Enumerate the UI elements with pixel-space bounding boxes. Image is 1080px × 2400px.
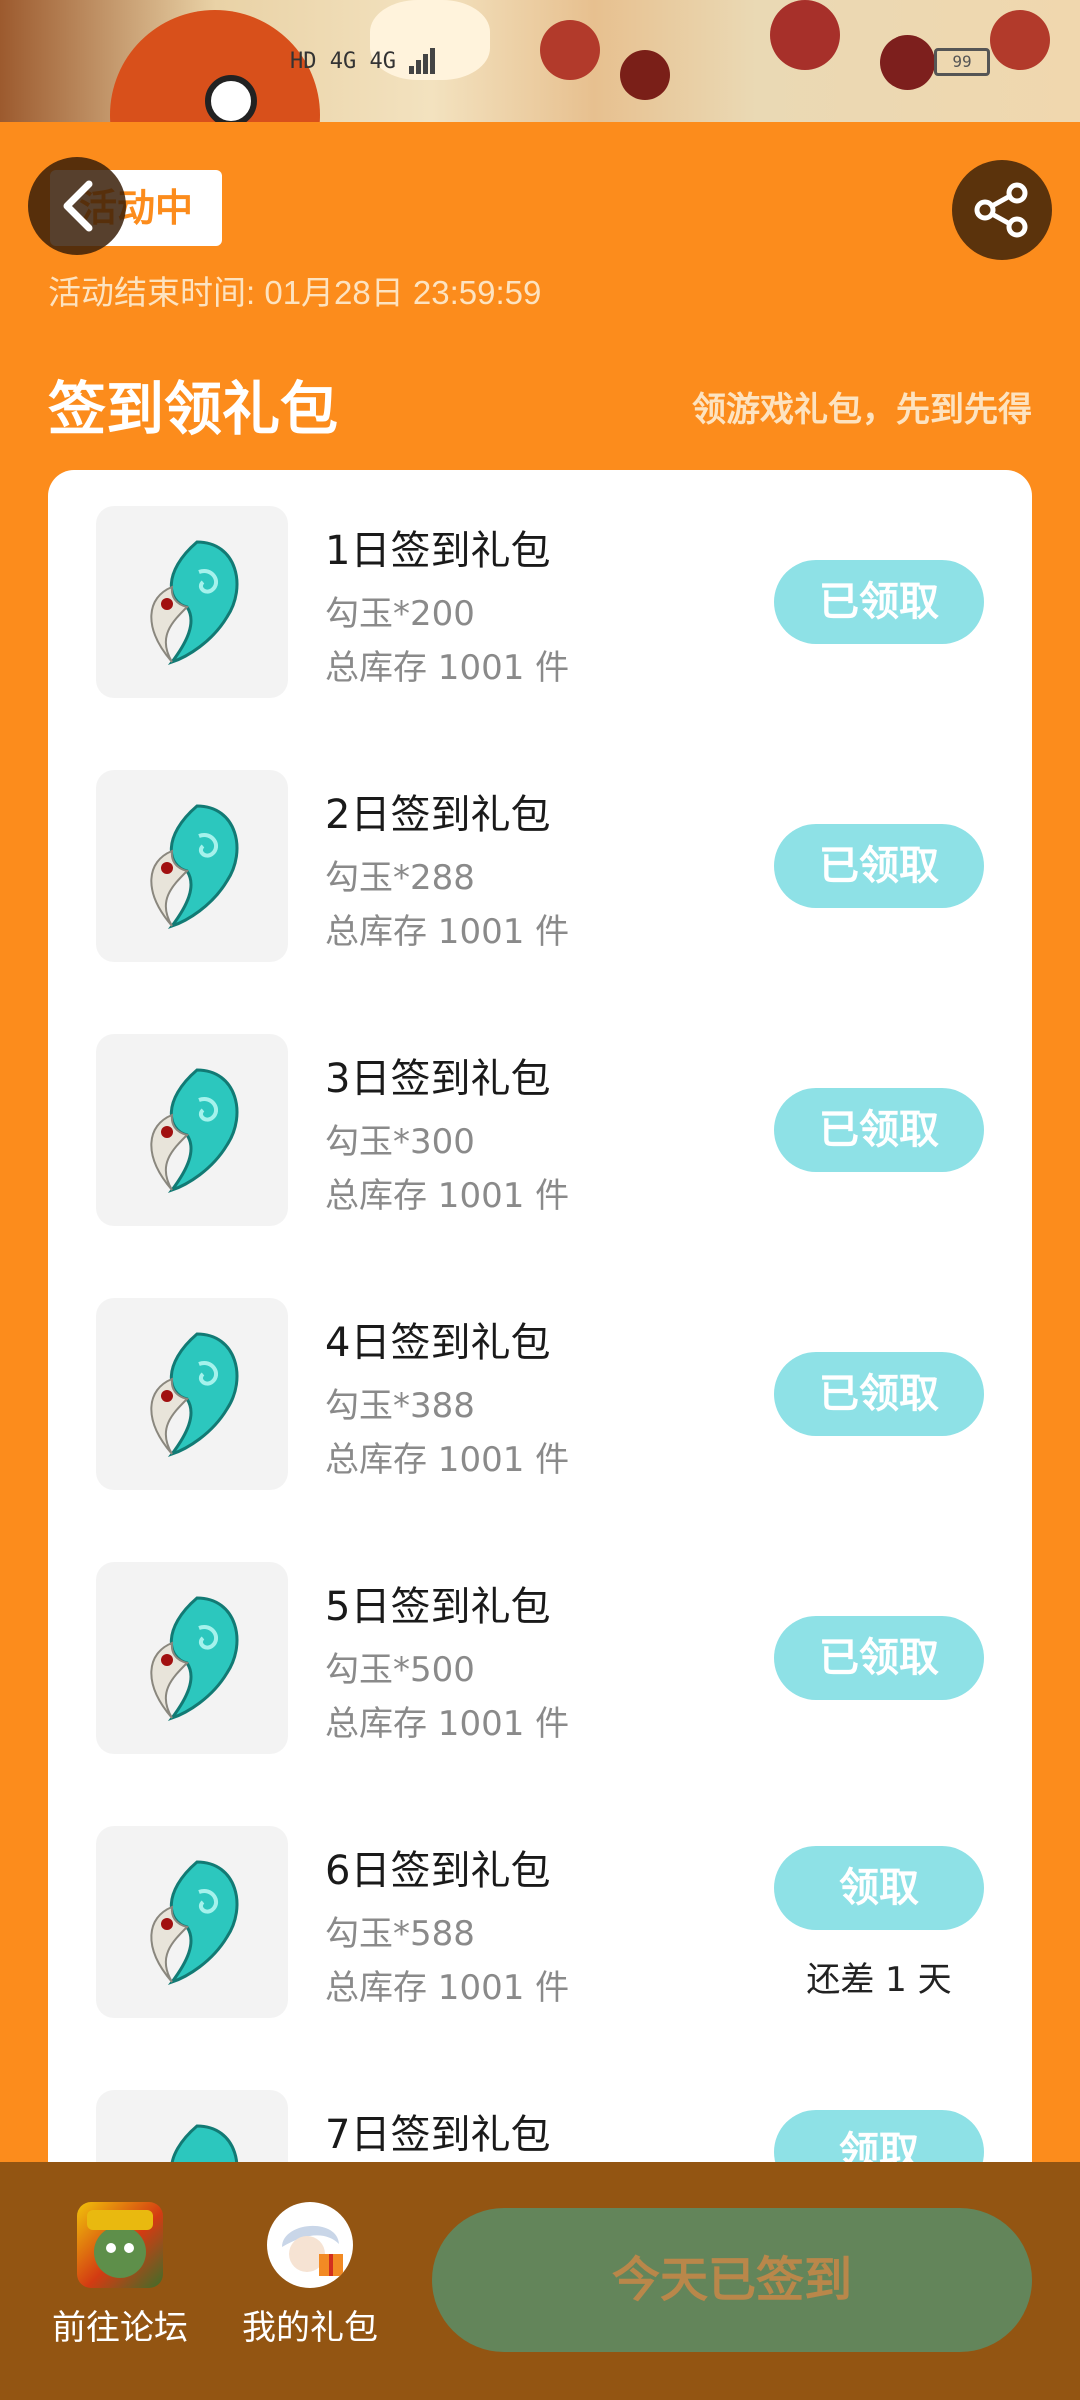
gift-stock: 总库存 1001 件 bbox=[325, 1440, 570, 1480]
signed-in-button[interactable]: 今天已签到 bbox=[432, 2208, 1032, 2352]
gift-stock: 总库存 1001 件 bbox=[325, 1176, 570, 1216]
share-icon bbox=[974, 182, 1028, 238]
forum-link[interactable]: 前往论坛 bbox=[35, 2202, 205, 2349]
claimed-button[interactable]: 已领取 bbox=[774, 1616, 984, 1700]
gift-reward: 勾玉*300 bbox=[325, 1122, 475, 1162]
gift-reward: 勾玉*288 bbox=[325, 858, 475, 898]
gift-thumbnail bbox=[96, 2090, 288, 2170]
gift-thumbnail bbox=[96, 770, 288, 962]
gift-stock: 总库存 1001 件 bbox=[325, 648, 570, 688]
gift-avatar bbox=[267, 2202, 353, 2288]
gift-item: 1日签到礼包 勾玉*200 总库存 1001 件 已领取 bbox=[48, 470, 1032, 734]
bottom-bar: 前往论坛 我的礼包 今天已签到 bbox=[0, 2162, 1080, 2400]
top-banner: HD 4G 4G 99 bbox=[0, 0, 1080, 122]
gift-thumbnail bbox=[96, 1562, 288, 1754]
claimed-button[interactable]: 已领取 bbox=[774, 824, 984, 908]
status-signal: HD 4G 4G bbox=[290, 48, 443, 74]
status-battery: 99 bbox=[934, 48, 990, 76]
jade-icon bbox=[150, 1860, 239, 1985]
jade-icon bbox=[150, 540, 239, 665]
gift-title: 7日签到礼包 bbox=[325, 2112, 551, 2158]
section-subtitle: 领游戏礼包，先到先得 bbox=[692, 390, 1032, 430]
gift-title: 6日签到礼包 bbox=[325, 1848, 551, 1894]
claim-button[interactable]: 领取 bbox=[774, 1846, 984, 1930]
gift-item: 4日签到礼包 勾玉*388 总库存 1001 件 已领取 bbox=[48, 1262, 1032, 1526]
gift-thumbnail bbox=[96, 506, 288, 698]
gift-title: 4日签到礼包 bbox=[325, 1320, 551, 1366]
gift-title: 1日签到礼包 bbox=[325, 528, 551, 574]
gift-stock: 总库存 1001 件 bbox=[325, 1968, 570, 2008]
claimed-button[interactable]: 已领取 bbox=[774, 1088, 984, 1172]
gift-list: 1日签到礼包 勾玉*200 总库存 1001 件 已领取 2日签到礼包 勾玉*2… bbox=[48, 470, 1032, 2170]
gift-title: 2日签到礼包 bbox=[325, 792, 551, 838]
gift-reward: 勾玉*388 bbox=[325, 1386, 475, 1426]
claim-button[interactable]: 领取 bbox=[774, 2110, 984, 2170]
activity-end-time: 活动结束时间: 01月28日 23:59:59 bbox=[48, 274, 542, 311]
gift-item: 7日签到礼包 领取 bbox=[48, 2054, 1032, 2170]
gift-thumbnail bbox=[96, 1826, 288, 2018]
my-gifts-link[interactable]: 我的礼包 bbox=[225, 2202, 395, 2349]
gift-item: 5日签到礼包 勾玉*500 总库存 1001 件 已领取 bbox=[48, 1526, 1032, 1790]
jade-icon bbox=[150, 1596, 239, 1721]
gift-title: 3日签到礼包 bbox=[325, 1056, 551, 1102]
days-remaining: 还差 1 天 bbox=[806, 1960, 952, 2000]
gift-reward: 勾玉*200 bbox=[325, 594, 475, 634]
battery-icon: 99 bbox=[934, 48, 990, 76]
forum-avatar bbox=[77, 2202, 163, 2288]
gift-thumbnail bbox=[96, 1034, 288, 1226]
gift-item: 6日签到礼包 勾玉*588 总库存 1001 件 领取 还差 1 天 bbox=[48, 1790, 1032, 2054]
section-title: 签到领礼包 bbox=[48, 375, 339, 443]
gift-stock: 总库存 1001 件 bbox=[325, 1704, 570, 1744]
gift-reward: 勾玉*588 bbox=[325, 1914, 475, 1954]
gift-item: 2日签到礼包 勾玉*288 总库存 1001 件 已领取 bbox=[48, 734, 1032, 998]
forum-label: 前往论坛 bbox=[52, 2308, 188, 2348]
jade-icon bbox=[150, 804, 239, 929]
status-signal-text: HD 4G 4G bbox=[290, 49, 396, 74]
gift-reward: 勾玉*500 bbox=[325, 1650, 475, 1690]
jade-icon bbox=[150, 1332, 239, 1457]
signal-icon bbox=[409, 48, 437, 74]
gift-item: 3日签到礼包 勾玉*300 总库存 1001 件 已领取 bbox=[48, 998, 1032, 1262]
jade-icon bbox=[150, 1068, 239, 1193]
gift-stock: 总库存 1001 件 bbox=[325, 912, 570, 952]
back-button[interactable] bbox=[28, 157, 126, 255]
gift-thumbnail bbox=[96, 1298, 288, 1490]
claimed-button[interactable]: 已领取 bbox=[774, 1352, 984, 1436]
claimed-button[interactable]: 已领取 bbox=[774, 560, 984, 644]
share-button[interactable] bbox=[952, 160, 1052, 260]
gift-title: 5日签到礼包 bbox=[325, 1584, 551, 1630]
my-gifts-label: 我的礼包 bbox=[242, 2308, 378, 2348]
back-icon bbox=[63, 180, 93, 232]
